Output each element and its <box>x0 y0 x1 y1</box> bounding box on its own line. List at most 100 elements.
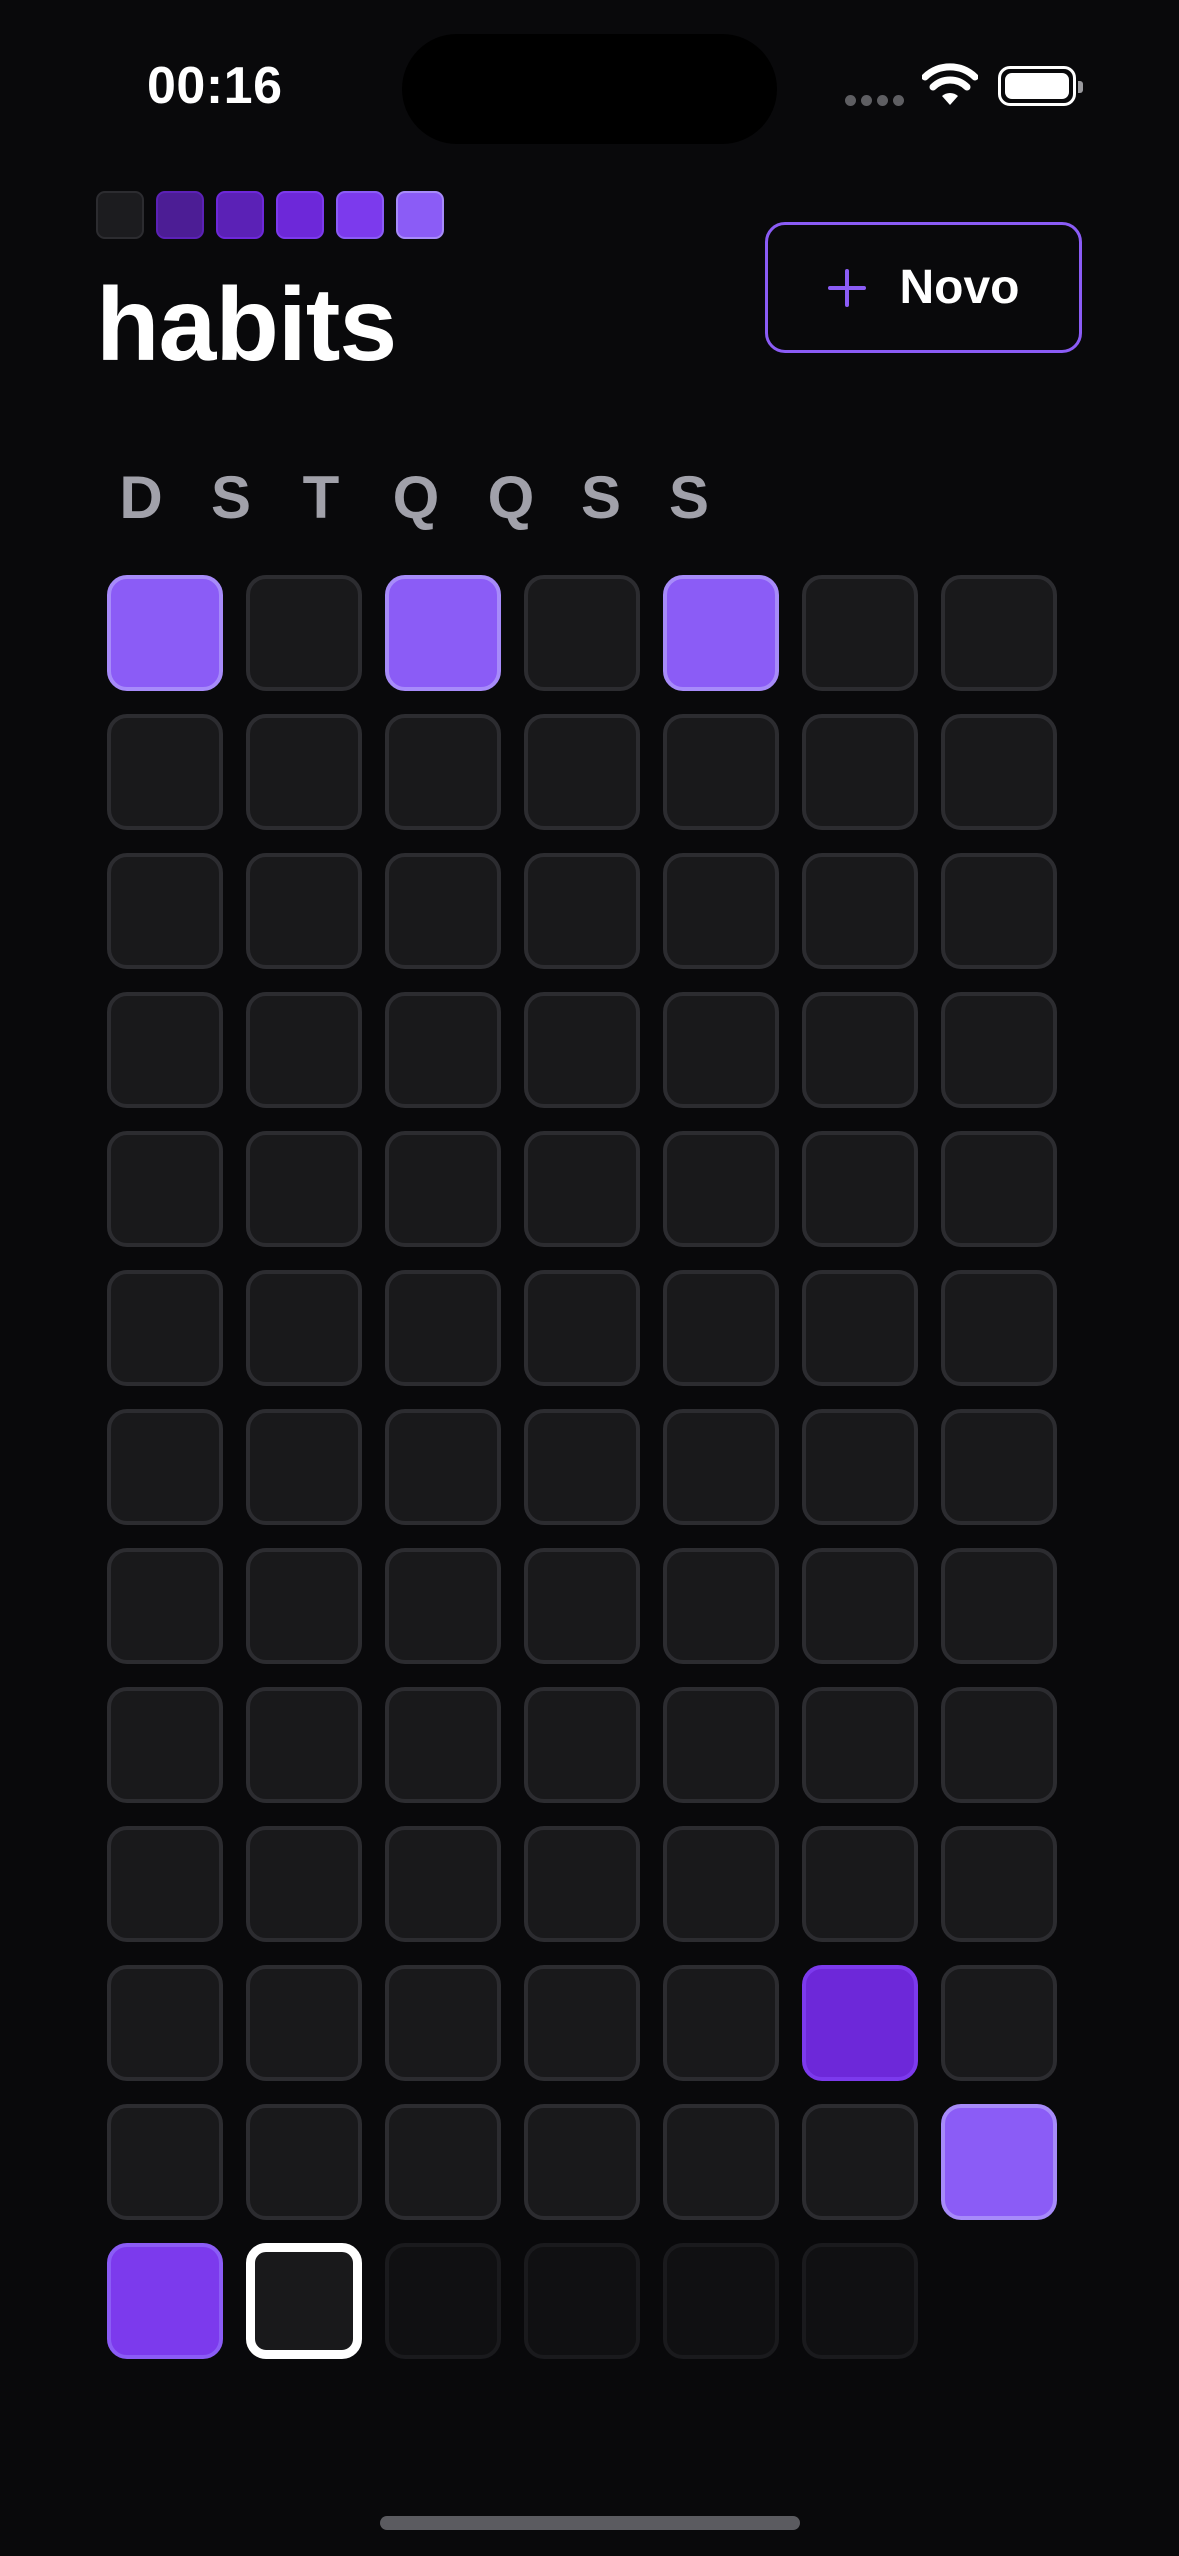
day-cell[interactable] <box>385 1131 501 1247</box>
day-cell[interactable] <box>663 1548 779 1664</box>
day-cell[interactable] <box>524 1409 640 1525</box>
day-cell[interactable] <box>246 992 362 1108</box>
day-cell[interactable] <box>385 1548 501 1664</box>
day-cell[interactable] <box>246 575 362 691</box>
day-cell[interactable] <box>802 1131 918 1247</box>
weekday-label: T <box>302 464 340 531</box>
day-cell[interactable] <box>663 1131 779 1247</box>
day-cell[interactable] <box>246 1548 362 1664</box>
day-cell[interactable] <box>941 1131 1057 1247</box>
day-cell[interactable] <box>107 575 223 691</box>
day-cell[interactable] <box>246 1965 362 2081</box>
plus-icon <box>827 268 866 307</box>
day-cell[interactable] <box>941 714 1057 830</box>
day-cell[interactable] <box>524 2104 640 2220</box>
day-cell[interactable] <box>246 1270 362 1386</box>
day-cell[interactable] <box>385 1826 501 1942</box>
day-cell[interactable] <box>385 2104 501 2220</box>
day-cell[interactable] <box>107 1687 223 1803</box>
cellular-signal-icon <box>845 95 905 107</box>
day-cell[interactable] <box>663 1965 779 2081</box>
day-cell[interactable] <box>385 1965 501 2081</box>
day-cell[interactable] <box>385 992 501 1108</box>
day-cell[interactable] <box>246 853 362 969</box>
day-cell[interactable] <box>941 1826 1057 1942</box>
day-cell[interactable] <box>941 575 1057 691</box>
day-cell[interactable] <box>802 575 918 691</box>
day-cell[interactable] <box>246 1409 362 1525</box>
day-cell[interactable] <box>802 1409 918 1525</box>
day-cell[interactable] <box>802 1826 918 1942</box>
day-cell[interactable] <box>802 1270 918 1386</box>
day-cell[interactable] <box>802 853 918 969</box>
weekday-header: DSTQQSS <box>96 463 736 533</box>
day-cell[interactable] <box>941 853 1057 969</box>
weekday-label: D <box>119 464 163 531</box>
day-cell[interactable] <box>107 1548 223 1664</box>
day-cell[interactable] <box>385 1270 501 1386</box>
day-cell[interactable] <box>663 575 779 691</box>
day-cell[interactable] <box>802 714 918 830</box>
day-cell[interactable] <box>246 714 362 830</box>
day-cell-today[interactable] <box>246 2243 362 2359</box>
day-cell[interactable] <box>107 1826 223 1942</box>
day-cell[interactable] <box>663 1687 779 1803</box>
day-cell[interactable] <box>802 1548 918 1664</box>
day-cell[interactable] <box>246 2104 362 2220</box>
day-cell[interactable] <box>663 2104 779 2220</box>
new-habit-button[interactable]: Novo <box>765 222 1082 353</box>
day-cell[interactable] <box>385 1687 501 1803</box>
day-cell[interactable] <box>524 1270 640 1386</box>
day-cell[interactable] <box>107 2104 223 2220</box>
new-habit-button-label: Novo <box>899 261 1020 314</box>
day-cell[interactable] <box>941 1270 1057 1386</box>
day-cell[interactable] <box>524 1826 640 1942</box>
day-cell[interactable] <box>246 1131 362 1247</box>
day-cell[interactable] <box>107 1965 223 2081</box>
day-cell[interactable] <box>941 1687 1057 1803</box>
day-cell[interactable] <box>663 714 779 830</box>
day-cell[interactable] <box>107 853 223 969</box>
day-cell[interactable] <box>524 992 640 1108</box>
day-cell[interactable] <box>524 1548 640 1664</box>
day-cell[interactable] <box>385 1409 501 1525</box>
wifi-icon <box>922 63 978 105</box>
day-cell[interactable] <box>107 1270 223 1386</box>
day-cell[interactable] <box>941 1548 1057 1664</box>
day-cell[interactable] <box>663 992 779 1108</box>
day-cell[interactable] <box>246 1826 362 1942</box>
day-cell[interactable] <box>385 853 501 969</box>
day-cell[interactable] <box>107 1409 223 1525</box>
day-cell[interactable] <box>524 853 640 969</box>
day-cell[interactable] <box>107 714 223 830</box>
day-cell[interactable] <box>663 1826 779 1942</box>
habits-screen: 00:16 habits Novo DSTQQSS <box>0 0 1179 2556</box>
day-cell[interactable] <box>663 1270 779 1386</box>
day-cell-future <box>524 2243 640 2359</box>
page-title: habits <box>96 267 397 383</box>
day-cell[interactable] <box>802 1965 918 2081</box>
day-cell[interactable] <box>524 1687 640 1803</box>
day-cell[interactable] <box>802 1687 918 1803</box>
day-cell[interactable] <box>107 1131 223 1247</box>
day-cell[interactable] <box>802 992 918 1108</box>
day-cell[interactable] <box>941 992 1057 1108</box>
day-cell[interactable] <box>663 853 779 969</box>
day-cell[interactable] <box>385 575 501 691</box>
day-cell[interactable] <box>663 1409 779 1525</box>
day-cell[interactable] <box>107 992 223 1108</box>
day-cell[interactable] <box>524 1131 640 1247</box>
day-cell[interactable] <box>941 1965 1057 2081</box>
day-cell[interactable] <box>524 1965 640 2081</box>
day-cell[interactable] <box>802 2104 918 2220</box>
day-cell[interactable] <box>524 575 640 691</box>
day-cell[interactable] <box>524 714 640 830</box>
day-cell[interactable] <box>385 714 501 830</box>
day-cell[interactable] <box>941 1409 1057 1525</box>
day-cell[interactable] <box>941 2104 1057 2220</box>
day-cell[interactable] <box>246 1687 362 1803</box>
day-cell[interactable] <box>107 2243 223 2359</box>
weekday-label: Q <box>392 464 440 531</box>
empty-cell <box>941 2243 1057 2359</box>
home-indicator <box>380 2516 800 2530</box>
